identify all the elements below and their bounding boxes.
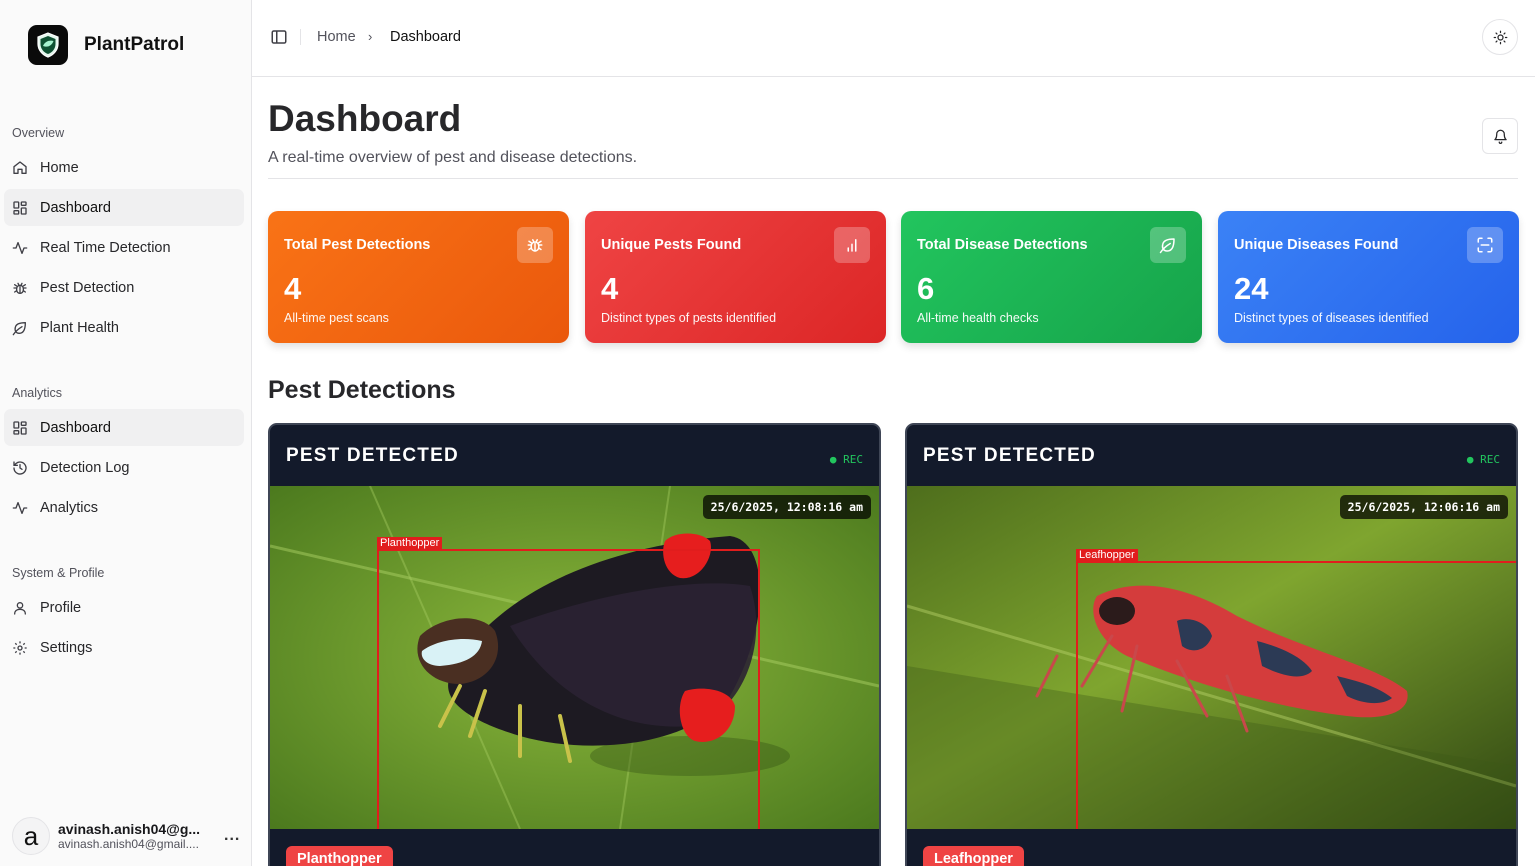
avatar: a [12, 817, 50, 855]
sidebar-item-real-time-detection[interactable]: Real Time Detection [4, 229, 244, 266]
sidebar: PlantPatrol Overview Home Dashboard Real… [0, 0, 252, 866]
sidebar-item-label: Detection Log [40, 459, 130, 476]
bell-icon [1493, 129, 1507, 144]
bounding-box-label: Planthopper [377, 537, 443, 550]
topbar: Home › Dashboard [252, 0, 1535, 77]
pest-image: Planthopper 25/6/2025, 12:08:16 am [270, 486, 879, 829]
bug-icon [517, 227, 553, 263]
breadcrumb-home[interactable]: Home [317, 29, 356, 45]
layout-grid-icon [13, 200, 27, 215]
sun-icon [1493, 30, 1507, 44]
leaf-icon [1150, 227, 1186, 263]
bounding-box: Planthopper [377, 537, 760, 829]
home-icon [13, 160, 27, 174]
section-label-system-profile: System & Profile [12, 566, 105, 580]
chevron-right-icon: › [368, 29, 373, 44]
divider [268, 178, 1518, 179]
pest-image: Leafhopper 25/6/2025, 12:06:16 am [907, 486, 1516, 829]
rec-indicator: ● REC [1466, 453, 1500, 466]
sidebar-toggle-icon[interactable] [270, 28, 288, 46]
sidebar-item-analytics[interactable]: Analytics [4, 489, 244, 526]
sidebar-item-label: Profile [40, 599, 82, 616]
page-subtitle: A real-time overview of pest and disease… [268, 149, 638, 166]
sidebar-item-label: Settings [40, 639, 93, 656]
stat-value: 6 [917, 271, 935, 306]
timestamp: 25/6/2025, 12:06:16 am [1339, 495, 1508, 519]
section-label-overview: Overview [12, 126, 65, 140]
history-icon [13, 460, 27, 475]
sidebar-item-detection-log[interactable]: Detection Log [4, 449, 244, 486]
sidebar-item-analytics-dashboard[interactable]: Dashboard [4, 409, 244, 446]
stat-value: 4 [601, 271, 619, 306]
bug-icon [13, 282, 27, 294]
stat-title: Total Disease Detections [917, 237, 1088, 253]
pest-detection-card[interactable]: PEST DETECTED ● REC Planthopper 25/6/202… [268, 423, 881, 866]
sidebar-item-label: Plant Health [40, 319, 119, 336]
scan-icon [1467, 227, 1503, 263]
sidebar-item-label: Real Time Detection [40, 239, 171, 256]
pest-name-badge: Planthopper [286, 846, 393, 866]
bounding-box-label: Leafhopper [1076, 549, 1138, 562]
bar-chart-icon [834, 227, 870, 263]
brand[interactable]: PlantPatrol [28, 25, 184, 65]
timestamp: 25/6/2025, 12:08:16 am [702, 495, 871, 519]
stat-description: All-time health checks [917, 311, 1039, 325]
sidebar-item-plant-health[interactable]: Plant Health [4, 309, 244, 346]
leaf-icon [12, 321, 26, 335]
breadcrumb-current: Dashboard [390, 29, 461, 45]
section-title-pest-detections: Pest Detections [268, 376, 456, 404]
more-icon[interactable]: ... [224, 827, 240, 845]
stat-value: 24 [1234, 271, 1269, 306]
stat-card-unique-pests-found: Unique Pests Found 4 Distinct types of p… [585, 211, 886, 343]
user-email: avinash.anish04@gmail.... [58, 837, 199, 851]
stat-title: Unique Pests Found [601, 237, 742, 253]
sidebar-item-label: Pest Detection [40, 279, 135, 296]
pest-detection-card[interactable]: PEST DETECTED ● REC Leafhopper 25/6/2025… [905, 423, 1518, 866]
sidebar-item-label: Dashboard [40, 419, 111, 436]
pest-name-badge: Leafhopper [923, 846, 1024, 866]
activity-icon [12, 241, 28, 254]
layout-grid-icon [13, 420, 27, 435]
activity-icon [12, 501, 28, 514]
sidebar-item-label: Home [40, 159, 79, 176]
bounding-box: Leafhopper [1076, 549, 1516, 829]
page-title: Dashboard [268, 98, 462, 139]
section-label-analytics: Analytics [12, 386, 63, 400]
sidebar-item-dashboard[interactable]: Dashboard [4, 189, 244, 226]
sidebar-item-label: Analytics [40, 499, 99, 516]
shield-logo-icon [28, 25, 68, 65]
divider [300, 29, 301, 45]
stat-title: Unique Diseases Found [1234, 237, 1399, 253]
pest-card-header: PEST DETECTED [286, 445, 459, 466]
stat-card-unique-diseases-found: Unique Diseases Found 24 Distinct types … [1218, 211, 1519, 343]
pest-card-header: PEST DETECTED [923, 445, 1096, 466]
stat-description: Distinct types of pests identified [601, 311, 777, 325]
sidebar-item-label: Dashboard [40, 199, 111, 216]
theme-toggle-button[interactable] [1482, 19, 1518, 55]
user-icon [14, 601, 26, 615]
sidebar-item-home[interactable]: Home [4, 149, 244, 186]
gear-icon [13, 640, 27, 655]
stat-card-total-pest-detections: Total Pest Detections 4 All-time pest sc… [268, 211, 569, 343]
app-name: PlantPatrol [84, 34, 185, 55]
user-menu[interactable]: a avinash.anish04@g... avinash.anish04@g… [12, 817, 242, 855]
sidebar-item-settings[interactable]: Settings [4, 629, 244, 666]
user-name: avinash.anish04@g... [58, 821, 201, 837]
stat-value: 4 [284, 271, 302, 306]
stat-card-total-disease-detections: Total Disease Detections 6 All-time heal… [901, 211, 1202, 343]
stat-description: All-time pest scans [284, 311, 389, 325]
notifications-button[interactable] [1482, 118, 1518, 154]
sidebar-item-profile[interactable]: Profile [4, 589, 244, 626]
stat-title: Total Pest Detections [284, 237, 431, 253]
sidebar-item-pest-detection[interactable]: Pest Detection [4, 269, 244, 306]
rec-indicator: ● REC [829, 453, 863, 466]
stat-description: Distinct types of diseases identified [1234, 311, 1429, 325]
